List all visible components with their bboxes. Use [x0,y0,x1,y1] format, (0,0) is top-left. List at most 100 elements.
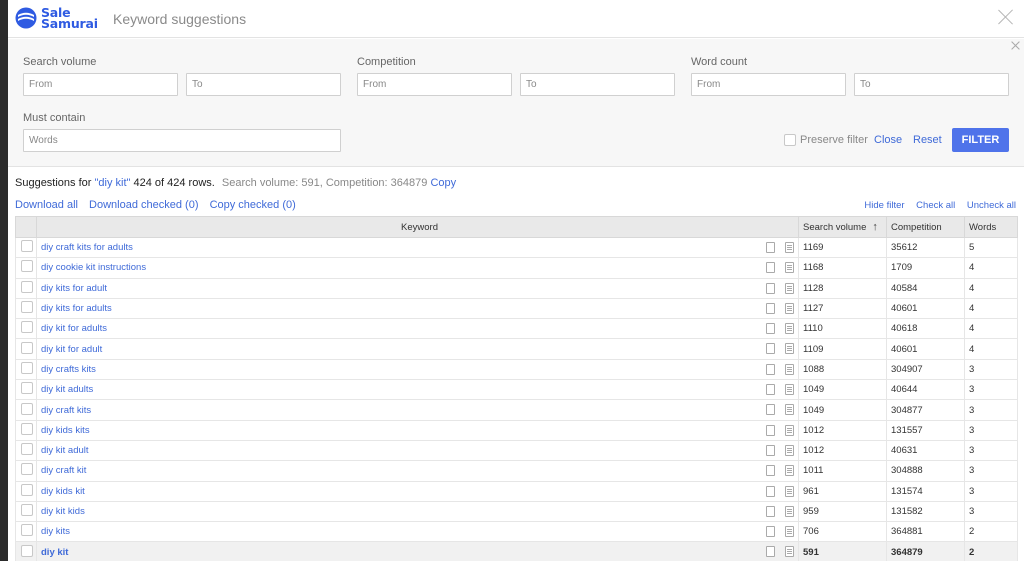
keyword-link[interactable]: diy kids kit [41,486,85,497]
copy-keyword-icon[interactable] [766,343,775,355]
word-count-to-input[interactable] [854,73,1009,96]
search-volume-column-header[interactable]: Search volume ↑ [798,216,887,238]
copy-keyword-icon[interactable] [766,505,775,517]
keyword-link[interactable]: diy kit adults [41,384,93,395]
copy-keyword-icon[interactable] [766,302,775,314]
row-checkbox[interactable] [21,402,33,415]
keyword-details-icon[interactable] [785,343,794,355]
keyword-link[interactable]: diy cookie kit instructions [41,262,146,273]
keyword-link[interactable]: diy kit for adults [41,323,107,334]
table-row[interactable]: diy kits 706 364881 2 [15,521,1018,543]
keyword-details-icon[interactable] [785,302,794,314]
table-row[interactable]: diy kits for adult 1128 40584 4 [15,277,1018,299]
copy-keyword-icon[interactable] [766,363,775,375]
copy-keyword-icon[interactable] [766,444,775,456]
copy-keyword-icon[interactable] [766,404,775,416]
copy-keyword-icon[interactable] [766,262,775,274]
copy-keyword-icon[interactable] [766,384,775,396]
table-row[interactable]: diy kit for adults 1110 40618 4 [15,318,1018,340]
table-row[interactable]: diy kit 591 364879 2 [15,541,1018,561]
keyword-column-header[interactable]: Keyword [36,216,799,238]
keyword-details-icon[interactable] [785,444,794,456]
keyword-details-icon[interactable] [785,363,794,375]
row-checkbox[interactable] [21,504,33,516]
check-all-link[interactable]: Check all [916,200,955,211]
competition-column-header[interactable]: Competition [886,216,965,238]
filter-button[interactable]: FILTER [952,128,1009,152]
must-contain-input[interactable] [23,129,341,152]
table-row[interactable]: diy craft kits 1049 304877 3 [15,399,1018,421]
copy-keyword-icon[interactable] [766,546,775,558]
table-row[interactable]: diy cookie kit instructions 1168 1709 4 [15,257,1018,279]
keyword-details-icon[interactable] [785,546,794,558]
preserve-filter-checkbox[interactable] [784,134,796,146]
keyword-link[interactable]: diy craft kits [41,405,91,416]
table-row[interactable]: diy kits for adults 1127 40601 4 [15,297,1018,320]
row-checkbox[interactable] [21,341,33,354]
keyword-link[interactable]: diy kit for adult [41,344,102,355]
keyword-details-icon[interactable] [785,323,794,335]
hide-filter-link[interactable]: Hide filter [864,200,904,211]
keyword-link[interactable]: diy kits [41,526,70,537]
keyword-link[interactable]: diy kit [41,547,68,558]
copy-summary-link[interactable]: Copy [430,177,456,189]
keyword-link[interactable]: diy kit kids [41,506,85,517]
word-count-from-input[interactable] [691,73,846,96]
row-checkbox[interactable] [21,301,33,314]
close-filter-link[interactable]: Close [874,134,902,146]
copy-keyword-icon[interactable] [766,424,775,436]
row-checkbox[interactable] [21,240,33,253]
table-row[interactable]: diy kit adults 1049 40644 3 [15,379,1018,401]
search-volume-to-input[interactable] [186,73,341,96]
keyword-details-icon[interactable] [785,465,794,477]
row-checkbox[interactable] [21,280,33,293]
keyword-details-icon[interactable] [785,505,794,517]
preserve-filter[interactable]: Preserve filter [784,134,868,146]
copy-keyword-icon[interactable] [766,526,775,538]
row-checkbox[interactable] [21,483,33,496]
download-all-link[interactable]: Download all [15,199,78,211]
row-checkbox[interactable] [21,443,33,456]
table-row[interactable]: diy kids kit 961 131574 3 [15,480,1018,502]
row-checkbox[interactable] [21,382,33,395]
keyword-details-icon[interactable] [785,526,794,538]
competition-to-input[interactable] [520,73,675,96]
keyword-link[interactable]: diy kids kits [41,425,90,436]
row-checkbox[interactable] [21,321,33,334]
keyword-link[interactable]: diy kits for adult [41,283,107,294]
download-checked-link[interactable]: Download checked (0) [89,199,198,211]
table-row[interactable]: diy kids kits 1012 131557 3 [15,419,1018,441]
table-row[interactable]: diy kit for adult 1109 40601 4 [15,338,1018,360]
keyword-link[interactable]: diy craft kits for adults [41,242,133,253]
table-row[interactable]: diy kit adult 1012 40631 3 [15,439,1018,462]
row-checkbox[interactable] [21,422,33,435]
keyword-link[interactable]: diy craft kit [41,465,86,476]
keyword-link[interactable]: diy crafts kits [41,364,96,375]
table-row[interactable]: diy crafts kits 1088 304907 3 [15,358,1018,381]
table-row[interactable]: diy craft kits for adults 1169 35612 5 [15,236,1018,259]
row-checkbox[interactable] [21,524,33,537]
copy-keyword-icon[interactable] [766,465,775,477]
reset-filter-link[interactable]: Reset [913,134,942,146]
keyword-details-icon[interactable] [785,262,794,274]
keyword-details-icon[interactable] [785,384,794,396]
search-volume-from-input[interactable] [23,73,178,96]
keyword-details-icon[interactable] [785,424,794,436]
keyword-details-icon[interactable] [785,404,794,416]
copy-keyword-icon[interactable] [766,323,775,335]
competition-from-input[interactable] [357,73,512,96]
uncheck-all-link[interactable]: Uncheck all [967,200,1016,211]
table-row[interactable]: diy kit kids 959 131582 3 [15,500,1018,523]
copy-keyword-icon[interactable] [766,282,775,294]
row-checkbox[interactable] [21,361,33,374]
keyword-details-icon[interactable] [785,282,794,294]
hide-filter-icon[interactable] [1011,41,1020,50]
row-checkbox[interactable] [21,260,33,273]
copy-keyword-icon[interactable] [766,242,775,253]
copy-keyword-icon[interactable] [766,485,775,497]
keyword-details-icon[interactable] [785,242,794,253]
keyword-details-icon[interactable] [785,485,794,497]
copy-checked-link[interactable]: Copy checked (0) [210,199,296,211]
table-row[interactable]: diy craft kit 1011 304888 3 [15,460,1018,482]
row-checkbox[interactable] [21,544,33,557]
